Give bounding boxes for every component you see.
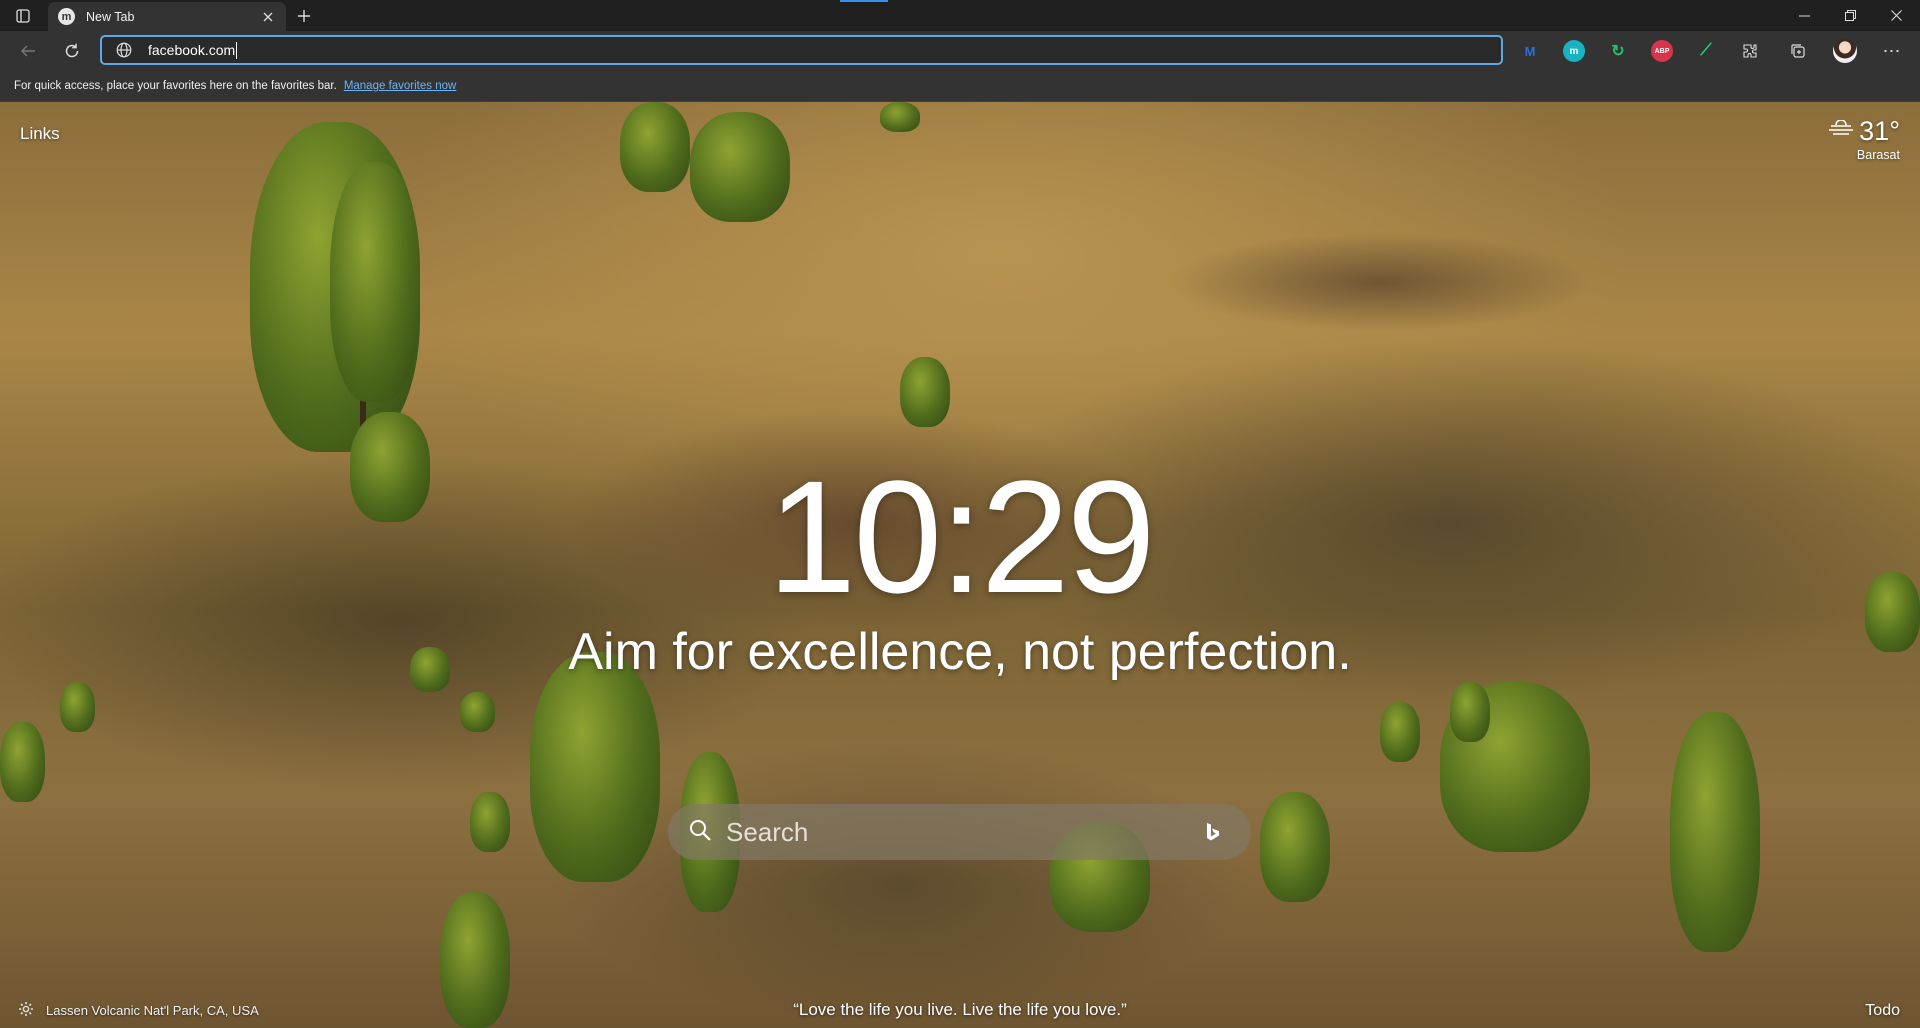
title-bar: m New Tab: [0, 0, 1920, 31]
green-refresh-extension-icon[interactable]: ↻: [1607, 40, 1629, 62]
globe-icon: [116, 41, 134, 59]
todo-button[interactable]: Todo: [1865, 1002, 1900, 1020]
links-label[interactable]: Links: [20, 124, 60, 144]
m-shield-extension-icon[interactable]: M: [1519, 40, 1541, 62]
close-window-icon[interactable]: [1873, 0, 1919, 31]
loading-indicator: [840, 0, 888, 2]
refresh-icon[interactable]: [58, 37, 86, 65]
manage-favorites-link[interactable]: Manage favorites now: [344, 80, 457, 92]
profile-avatar[interactable]: [1833, 39, 1857, 63]
toolbar: facebook.com ⋯ Mm ↻ ABP ⟋: [0, 31, 1920, 71]
search-icon: [688, 818, 712, 847]
favorites-bar-message: For quick access, place your favorites h…: [14, 80, 337, 92]
restore-icon[interactable]: [1827, 0, 1873, 31]
m-circle-extension-icon[interactable]: m: [1563, 40, 1585, 62]
tab-title: New Tab: [86, 9, 135, 24]
text-cursor: [236, 41, 238, 59]
favorites-bar: For quick access, place your favorites h…: [0, 71, 1920, 102]
bing-logo-icon[interactable]: [1193, 812, 1233, 852]
haze-weather-icon: [1829, 119, 1854, 143]
extensions-puzzle-icon[interactable]: [1739, 40, 1761, 62]
search-box[interactable]: Search: [668, 804, 1251, 860]
new-tab-plus-icon[interactable]: [293, 5, 315, 27]
more-options-icon[interactable]: ⋯: [1880, 39, 1904, 63]
adblock-plus-extension-icon[interactable]: ABP: [1651, 40, 1673, 62]
close-tab-icon[interactable]: [260, 9, 276, 25]
tab-actions-icon[interactable]: [10, 5, 36, 27]
motivational-quote: Aim for excellence, not perfection.: [568, 623, 1352, 681]
tab-favicon-icon: m: [58, 8, 75, 25]
footer-quote: “Love the life you live. Live the life y…: [793, 1000, 1127, 1019]
search-placeholder[interactable]: Search: [726, 817, 1193, 848]
clock: 10:29: [767, 447, 1155, 626]
back-arrow-icon[interactable]: [14, 37, 42, 65]
trend-extension-icon[interactable]: ⟋: [1695, 40, 1717, 62]
weather-city: Barasat: [1856, 148, 1900, 162]
weather-temperature: 31°: [1859, 116, 1900, 146]
collections-icon[interactable]: [1787, 40, 1809, 62]
address-bar-text[interactable]: facebook.com: [148, 42, 235, 58]
minimize-icon[interactable]: [1781, 0, 1827, 31]
weather-widget[interactable]: 31° Barasat: [1829, 116, 1900, 162]
new-tab-page: Links 31° Barasat 10:29 Aim for excellen…: [0, 102, 1920, 1028]
address-bar[interactable]: facebook.com: [100, 35, 1503, 65]
tab-new-tab[interactable]: m New Tab: [48, 2, 286, 31]
